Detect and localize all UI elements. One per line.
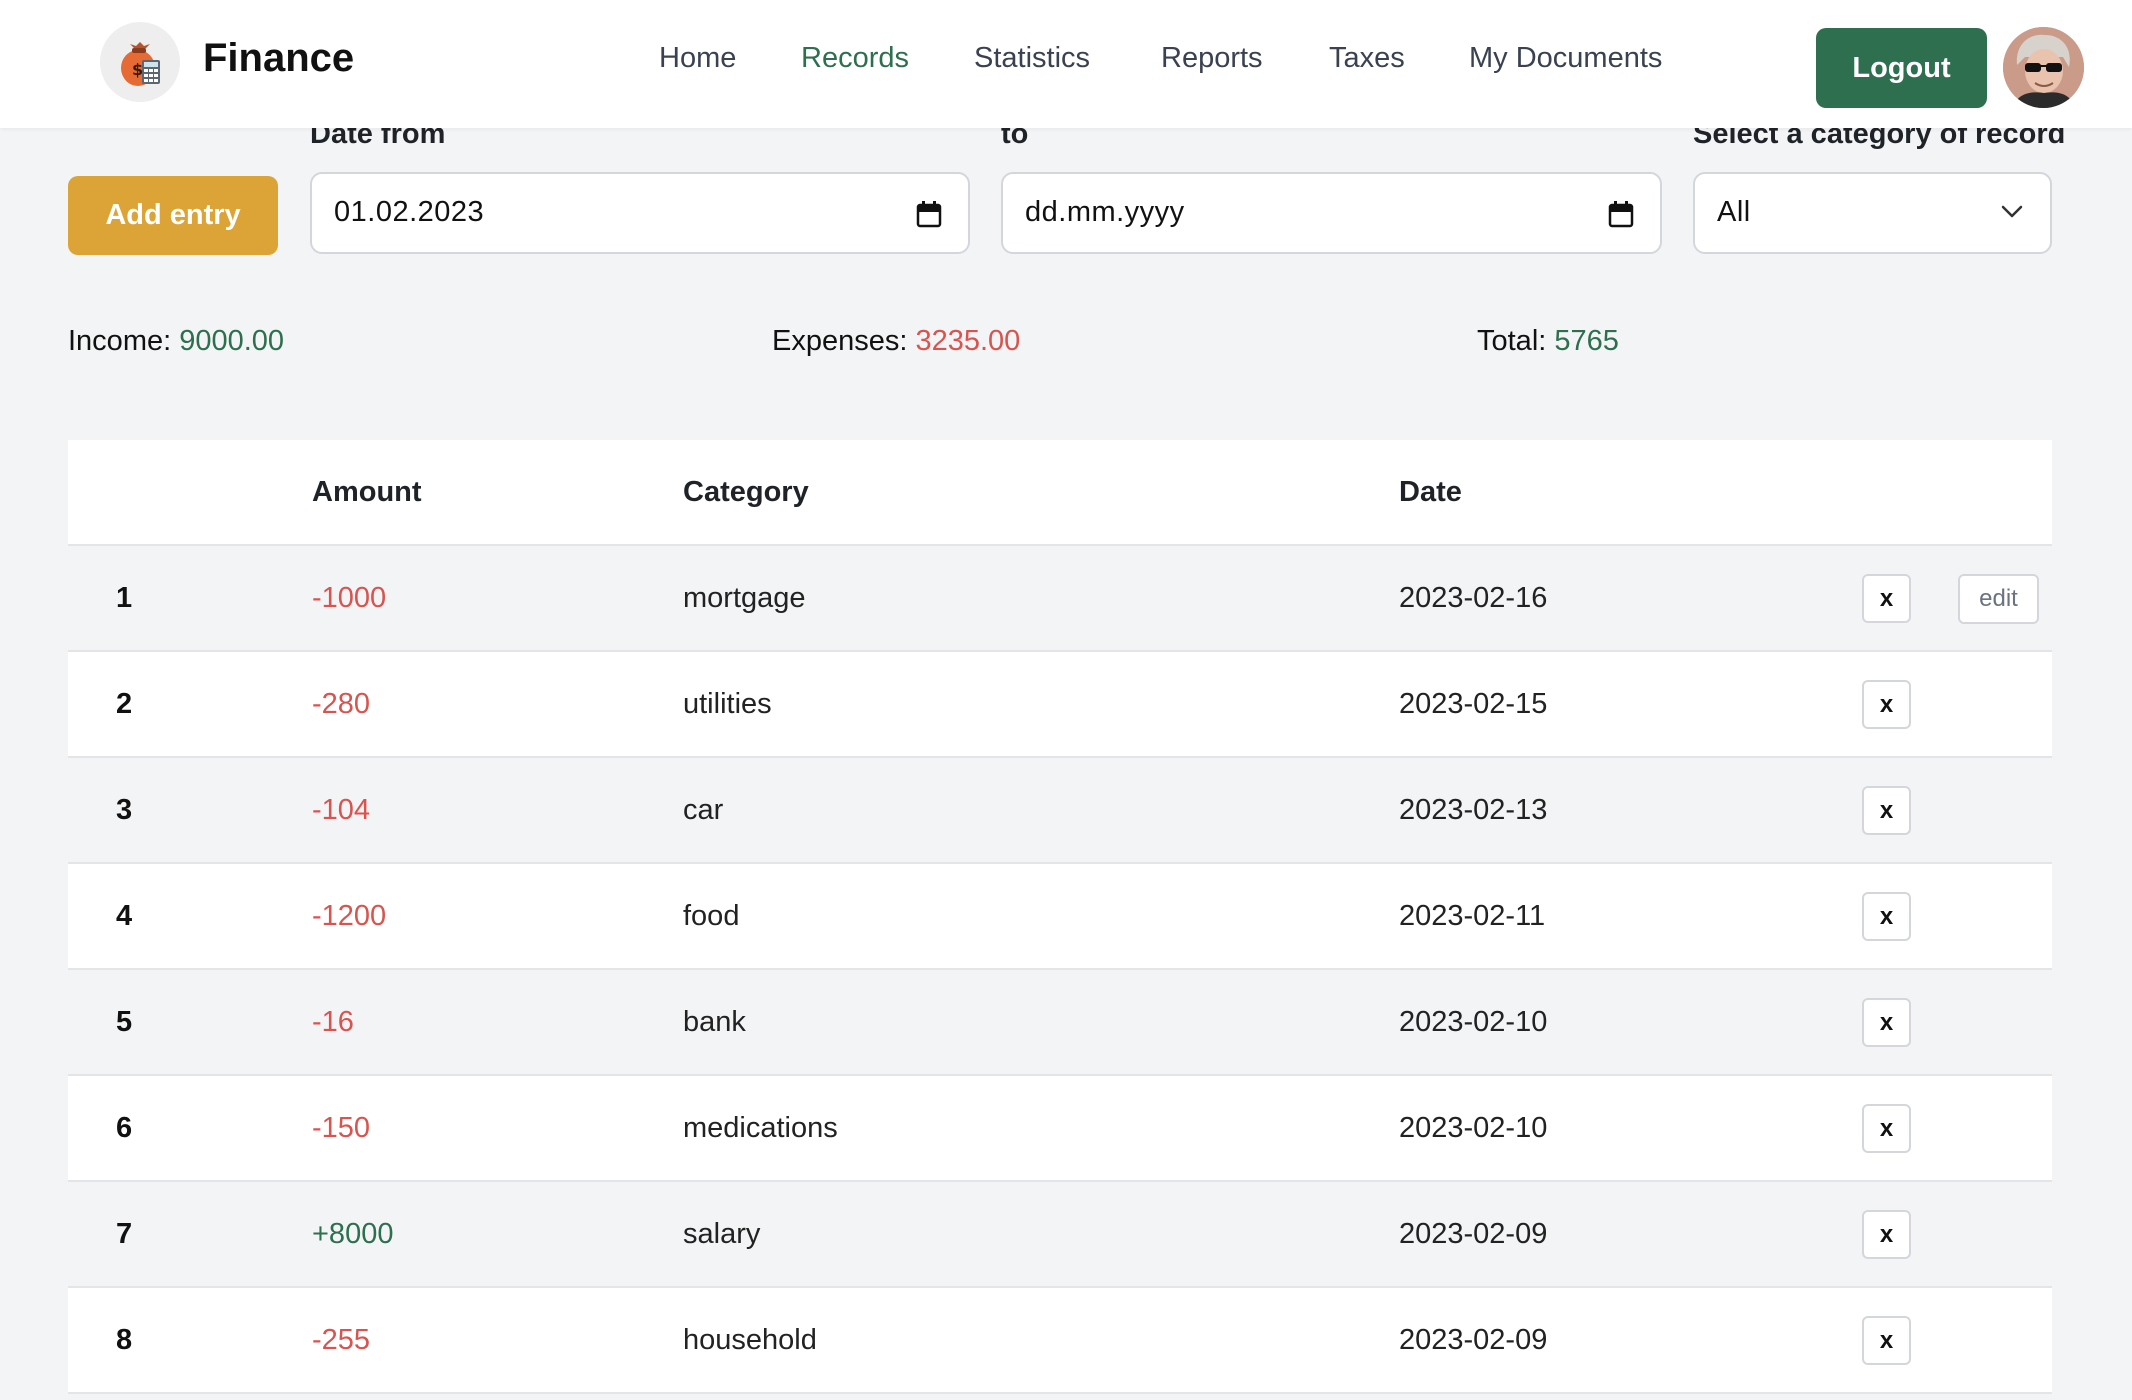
nav-statistics[interactable]: Statistics (974, 42, 1090, 75)
row-date: 2023-02-15 (1399, 688, 1548, 720)
total-label: Total: (1477, 325, 1547, 357)
row-index: 5 (116, 1006, 133, 1038)
income-label: Income: (68, 325, 172, 357)
records-table: Amount Category Date 1 -1000 mortgage 2023-… (68, 440, 2052, 1394)
app-logo-icon[interactable]: $ (100, 22, 180, 102)
nav-home[interactable]: Home (659, 42, 736, 75)
row-amount: -150 (312, 1112, 371, 1144)
table-row: 5 -16 bank 2023-02-10 x (68, 970, 2052, 1076)
row-date: 2023-02-16 (1399, 582, 1548, 614)
row-amount: +8000 (312, 1218, 394, 1250)
logout-button[interactable]: Logout (1816, 28, 1987, 108)
row-amount: -1200 (312, 900, 387, 932)
column-header-category: Category (683, 476, 809, 508)
row-date: 2023-02-10 (1399, 1006, 1548, 1038)
row-category: medications (683, 1112, 838, 1144)
row-index: 6 (116, 1112, 133, 1144)
delete-row-button[interactable]: x (1862, 998, 1911, 1047)
delete-row-button[interactable]: x (1862, 1210, 1911, 1259)
row-category: salary (683, 1218, 761, 1250)
table-row: 1 -1000 mortgage 2023-02-16 x edit (68, 546, 2052, 652)
total-summary: Total: 5765 (1477, 325, 1619, 358)
delete-row-button[interactable]: x (1862, 574, 1911, 623)
nav-my-documents[interactable]: My Documents (1469, 42, 1662, 75)
table-row: 3 -104 car 2023-02-13 x (68, 758, 2052, 864)
calendar-icon[interactable] (1608, 200, 1634, 233)
calendar-icon[interactable] (916, 200, 942, 233)
edit-row-button[interactable]: edit (1958, 574, 2039, 624)
row-index: 1 (116, 582, 133, 614)
delete-row-button[interactable]: x (1862, 786, 1911, 835)
table-row: 4 -1200 food 2023-02-11 x (68, 864, 2052, 970)
row-date: 2023-02-09 (1399, 1218, 1548, 1250)
row-category: household (683, 1324, 817, 1356)
table-row: 7 +8000 salary 2023-02-09 x (68, 1182, 2052, 1288)
nav-reports[interactable]: Reports (1161, 42, 1263, 75)
row-index: 8 (116, 1324, 133, 1356)
expenses-label: Expenses: (772, 325, 908, 357)
delete-row-button[interactable]: x (1862, 680, 1911, 729)
app-title[interactable]: Finance (203, 36, 354, 81)
row-category: food (683, 900, 740, 932)
nav-records[interactable]: Records (801, 42, 909, 75)
row-amount: -280 (312, 688, 371, 720)
row-category: utilities (683, 688, 772, 720)
table-header: Amount Category Date (68, 440, 2052, 546)
table-row: 2 -280 utilities 2023-02-15 x (68, 652, 2052, 758)
category-select[interactable]: All (1693, 172, 2052, 254)
total-value: 5765 (1554, 325, 1619, 357)
user-avatar[interactable] (2003, 27, 2084, 108)
date-to-input[interactable]: dd.mm.yyyy (1001, 172, 1662, 254)
chevron-down-icon (2000, 204, 2024, 225)
delete-row-button[interactable]: x (1862, 1316, 1911, 1365)
top-header: $ Finance Home Records Statistics Report… (0, 0, 2132, 128)
row-amount: -16 (312, 1006, 354, 1038)
nav-taxes[interactable]: Taxes (1329, 42, 1405, 75)
row-date: 2023-02-11 (1399, 900, 1546, 932)
row-category: bank (683, 1006, 746, 1038)
row-amount: -1000 (312, 582, 387, 614)
row-category: mortgage (683, 582, 806, 614)
column-header-amount: Amount (312, 476, 422, 508)
category-select-value: All (1717, 196, 1751, 228)
table-row: 8 -255 household 2023-02-09 x (68, 1288, 2052, 1394)
row-index: 2 (116, 688, 133, 720)
income-summary: Income: 9000.00 (68, 325, 284, 358)
row-index: 3 (116, 794, 133, 826)
row-date: 2023-02-09 (1399, 1324, 1548, 1356)
row-index: 4 (116, 900, 133, 932)
table-row: 6 -150 medications 2023-02-10 x (68, 1076, 2052, 1182)
row-date: 2023-02-13 (1399, 794, 1548, 826)
svg-text:$: $ (132, 60, 143, 79)
date-from-value: 01.02.2023 (334, 196, 485, 228)
expenses-summary: Expenses: 3235.00 (772, 325, 1020, 358)
date-to-value: dd.mm.yyyy (1025, 196, 1185, 228)
add-entry-button[interactable]: Add entry (68, 176, 278, 255)
delete-row-button[interactable]: x (1862, 892, 1911, 941)
column-header-date: Date (1399, 476, 1462, 508)
table-body: 1 -1000 mortgage 2023-02-16 x edit 2 -280 utilit… (68, 546, 2052, 1394)
delete-row-button[interactable]: x (1862, 1104, 1911, 1153)
expenses-value: 3235.00 (915, 325, 1021, 357)
row-amount: -104 (312, 794, 371, 826)
row-category: car (683, 794, 724, 826)
income-value: 9000.00 (179, 325, 285, 357)
row-index: 7 (116, 1218, 133, 1250)
row-amount: -255 (312, 1324, 371, 1356)
date-from-input[interactable]: 01.02.2023 (310, 172, 970, 254)
row-date: 2023-02-10 (1399, 1112, 1548, 1144)
